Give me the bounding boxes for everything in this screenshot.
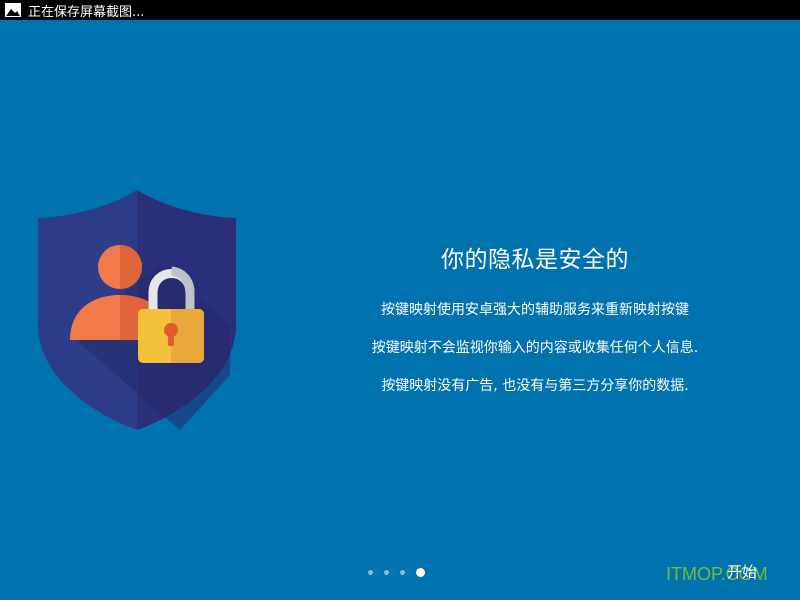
page-indicator <box>368 566 438 578</box>
onboarding-screen: 正在保存屏幕截图... 你的隐私是安全的 按键映射使用安卓强大的辅助服务来重新映… <box>0 0 800 600</box>
page-title: 你的隐私是安全的 <box>441 247 629 273</box>
screenshot-icon <box>4 2 22 18</box>
page-dot-4-active[interactable] <box>416 567 425 577</box>
status-bar: 正在保存屏幕截图... <box>0 0 800 20</box>
description-line-3: 按键映射没有广告, 也没有与第三方分享你的数据. <box>381 378 689 394</box>
status-message: 正在保存屏幕截图... <box>28 4 145 20</box>
shield-icon <box>38 190 236 430</box>
description-line-1: 按键映射使用安卓强大的辅助服务来重新映射按键 <box>381 302 689 318</box>
privacy-illustration <box>30 185 245 435</box>
page-dot-3[interactable] <box>400 569 405 575</box>
page-dot-2[interactable] <box>384 569 389 575</box>
description-line-2: 按键映射不会监视你输入的内容或收集任何个人信息. <box>371 340 699 356</box>
page-dot-1[interactable] <box>368 569 373 575</box>
start-button[interactable]: 开始 <box>722 561 762 583</box>
